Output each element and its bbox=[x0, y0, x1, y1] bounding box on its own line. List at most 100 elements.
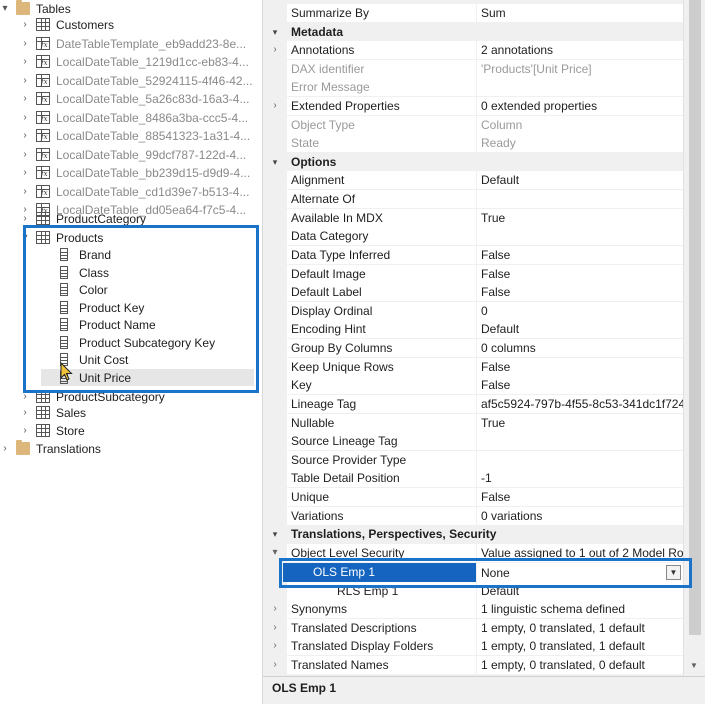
property-row[interactable]: › Translated Names 1 empty, 0 translated, … bbox=[263, 656, 683, 675]
expand-closed-icon[interactable]: › bbox=[20, 425, 30, 436]
tree-item[interactable]: › Translations bbox=[0, 440, 101, 457]
expand-closed-icon[interactable]: › bbox=[263, 656, 287, 674]
property-row[interactable]: Default Label False bbox=[263, 283, 683, 302]
expand-closed-icon[interactable]: › bbox=[263, 619, 287, 637]
property-row[interactable]: Unique False bbox=[263, 488, 683, 507]
tree-item[interactable]: › LocalDateTable_99dcf787-122d-4... bbox=[20, 146, 246, 163]
property-value[interactable]: False bbox=[477, 246, 683, 264]
property-row[interactable]: State Ready bbox=[263, 134, 683, 153]
expand-closed-icon[interactable]: › bbox=[20, 149, 30, 160]
tree-item[interactable]: › Store bbox=[20, 422, 84, 439]
property-value[interactable]: 0 extended properties bbox=[477, 97, 683, 115]
property-row[interactable]: Keep Unique Rows False bbox=[263, 358, 683, 377]
property-row[interactable]: Summarize By Sum bbox=[263, 4, 683, 23]
property-row[interactable]: Key False bbox=[263, 376, 683, 395]
property-row[interactable]: Source Provider Type bbox=[263, 451, 683, 470]
property-value[interactable]: Default bbox=[477, 171, 683, 189]
tree-item[interactable]: › Sales bbox=[20, 404, 86, 421]
property-value[interactable]: 0 columns bbox=[477, 339, 683, 357]
property-category[interactable]: ▾ Translations, Perspectives, Security bbox=[263, 525, 683, 544]
property-row[interactable]: Alternate Of bbox=[263, 190, 683, 209]
property-category[interactable]: ▾ Options bbox=[263, 153, 683, 172]
expand-closed-icon[interactable]: › bbox=[263, 41, 287, 59]
expand-closed-icon[interactable]: › bbox=[263, 97, 287, 115]
property-value[interactable]: 1 linguistic schema defined bbox=[477, 600, 683, 618]
tree-item[interactable]: › LocalDateTable_5a26c83d-16a3-4... bbox=[20, 90, 249, 107]
property-value[interactable]: Sum bbox=[477, 4, 683, 22]
scrollbar-thumb[interactable] bbox=[689, 0, 701, 635]
property-row[interactable]: Error Message bbox=[263, 78, 683, 97]
property-row[interactable]: Group By Columns 0 columns bbox=[263, 339, 683, 358]
property-value[interactable] bbox=[477, 78, 683, 96]
property-row[interactable]: Lineage Tag af5c5924-797b-4f55-8c53-341dc… bbox=[263, 395, 683, 414]
tree-item[interactable]: › LocalDateTable_88541323-1a31-4... bbox=[20, 127, 250, 144]
expand-closed-icon[interactable]: › bbox=[20, 186, 30, 197]
property-value[interactable]: 1 empty, 0 translated, 1 default bbox=[477, 619, 683, 637]
property-row[interactable]: Alignment Default bbox=[263, 171, 683, 190]
tree-item[interactable]: ▾ Tables bbox=[0, 0, 71, 17]
property-value[interactable]: -1 bbox=[477, 469, 683, 487]
property-row[interactable]: › Translated Descriptions 1 empty, 0 trans… bbox=[263, 619, 683, 638]
tree-item[interactable]: › LocalDateTable_8486a3ba-ccc5-4... bbox=[20, 109, 248, 126]
property-value[interactable] bbox=[477, 227, 683, 245]
property-value[interactable]: 2 annotations bbox=[477, 41, 683, 59]
tree-item[interactable]: › Customers bbox=[20, 16, 114, 33]
property-value[interactable] bbox=[477, 432, 683, 450]
property-row[interactable]: Default Image False bbox=[263, 265, 683, 284]
property-row[interactable]: Nullable True bbox=[263, 414, 683, 433]
expand-closed-icon[interactable]: › bbox=[20, 19, 30, 30]
property-value[interactable]: Default bbox=[477, 320, 683, 338]
expand-closed-icon[interactable]: › bbox=[20, 38, 30, 49]
property-row[interactable]: › Translated Display Folders 1 empty, 0 tr… bbox=[263, 637, 683, 656]
collapse-icon[interactable]: ▾ bbox=[263, 23, 287, 42]
property-row[interactable]: Object Type Column bbox=[263, 116, 683, 135]
property-value[interactable]: False bbox=[477, 283, 683, 301]
expand-closed-icon[interactable]: › bbox=[20, 130, 30, 141]
expand-closed-icon[interactable]: › bbox=[263, 637, 287, 655]
property-row[interactable]: › Extended Properties 0 extended propertie… bbox=[263, 97, 683, 116]
expand-closed-icon[interactable]: › bbox=[20, 75, 30, 86]
tree-item[interactable]: › LocalDateTable_1219d1cc-eb83-4... bbox=[20, 53, 248, 70]
expand-closed-icon[interactable]: › bbox=[20, 213, 30, 224]
property-value[interactable]: True bbox=[477, 414, 683, 432]
property-category[interactable]: ▾ Metadata bbox=[263, 23, 683, 42]
property-value[interactable]: Ready bbox=[477, 134, 683, 152]
property-row[interactable]: Display Ordinal 0 bbox=[263, 302, 683, 321]
tree-item[interactable]: › DateTableTemplate_eb9add23-8e... bbox=[20, 35, 246, 52]
tree-item[interactable]: › LocalDateTable_cd1d39e7-b513-4... bbox=[20, 183, 249, 200]
tree-item[interactable]: › LocalDateTable_bb239d15-d9d9-4... bbox=[20, 164, 250, 181]
property-row[interactable]: Data Type Inferred False bbox=[263, 246, 683, 265]
property-row[interactable]: › Annotations 2 annotations bbox=[263, 41, 683, 60]
property-row[interactable]: Variations 0 variations bbox=[263, 507, 683, 526]
property-value[interactable]: 1 empty, 0 translated, 1 default bbox=[477, 637, 683, 655]
property-row[interactable]: Available In MDX True bbox=[263, 209, 683, 228]
property-row[interactable]: DAX identifier 'Products'[Unit Price] bbox=[263, 60, 683, 79]
property-value[interactable]: Column bbox=[477, 116, 683, 134]
property-value[interactable] bbox=[477, 451, 683, 469]
property-value[interactable]: 0 variations bbox=[477, 507, 683, 525]
property-value[interactable]: 1 empty, 0 translated, 0 default bbox=[477, 656, 683, 674]
property-row[interactable]: Source Lineage Tag bbox=[263, 432, 683, 451]
property-value[interactable]: af5c5924-797b-4f55-8c53-341dc1f724c3 bbox=[477, 395, 683, 413]
expand-closed-icon[interactable]: › bbox=[20, 407, 30, 418]
property-row[interactable]: Table Detail Position -1 bbox=[263, 469, 683, 488]
property-value[interactable] bbox=[477, 190, 683, 208]
property-value[interactable]: False bbox=[477, 358, 683, 376]
expand-closed-icon[interactable]: › bbox=[263, 600, 287, 618]
expand-closed-icon[interactable]: › bbox=[0, 443, 10, 454]
collapse-icon[interactable]: ▾ bbox=[263, 525, 287, 544]
property-value[interactable]: False bbox=[477, 265, 683, 283]
expand-closed-icon[interactable]: › bbox=[20, 56, 30, 67]
expand-closed-icon[interactable]: › bbox=[20, 112, 30, 123]
property-value[interactable]: False bbox=[477, 376, 683, 394]
property-value[interactable]: True bbox=[477, 209, 683, 227]
property-value[interactable]: False bbox=[477, 488, 683, 506]
expand-closed-icon[interactable]: › bbox=[20, 167, 30, 178]
scroll-down-arrow-icon[interactable]: ▼ bbox=[690, 661, 698, 670]
property-row[interactable]: Encoding Hint Default bbox=[263, 320, 683, 339]
property-value[interactable]: 0 bbox=[477, 302, 683, 320]
expand-open-icon[interactable]: ▾ bbox=[0, 3, 10, 14]
property-value[interactable]: 'Products'[Unit Price] bbox=[477, 60, 683, 78]
property-row[interactable]: Data Category bbox=[263, 227, 683, 246]
collapse-icon[interactable]: ▾ bbox=[263, 153, 287, 172]
